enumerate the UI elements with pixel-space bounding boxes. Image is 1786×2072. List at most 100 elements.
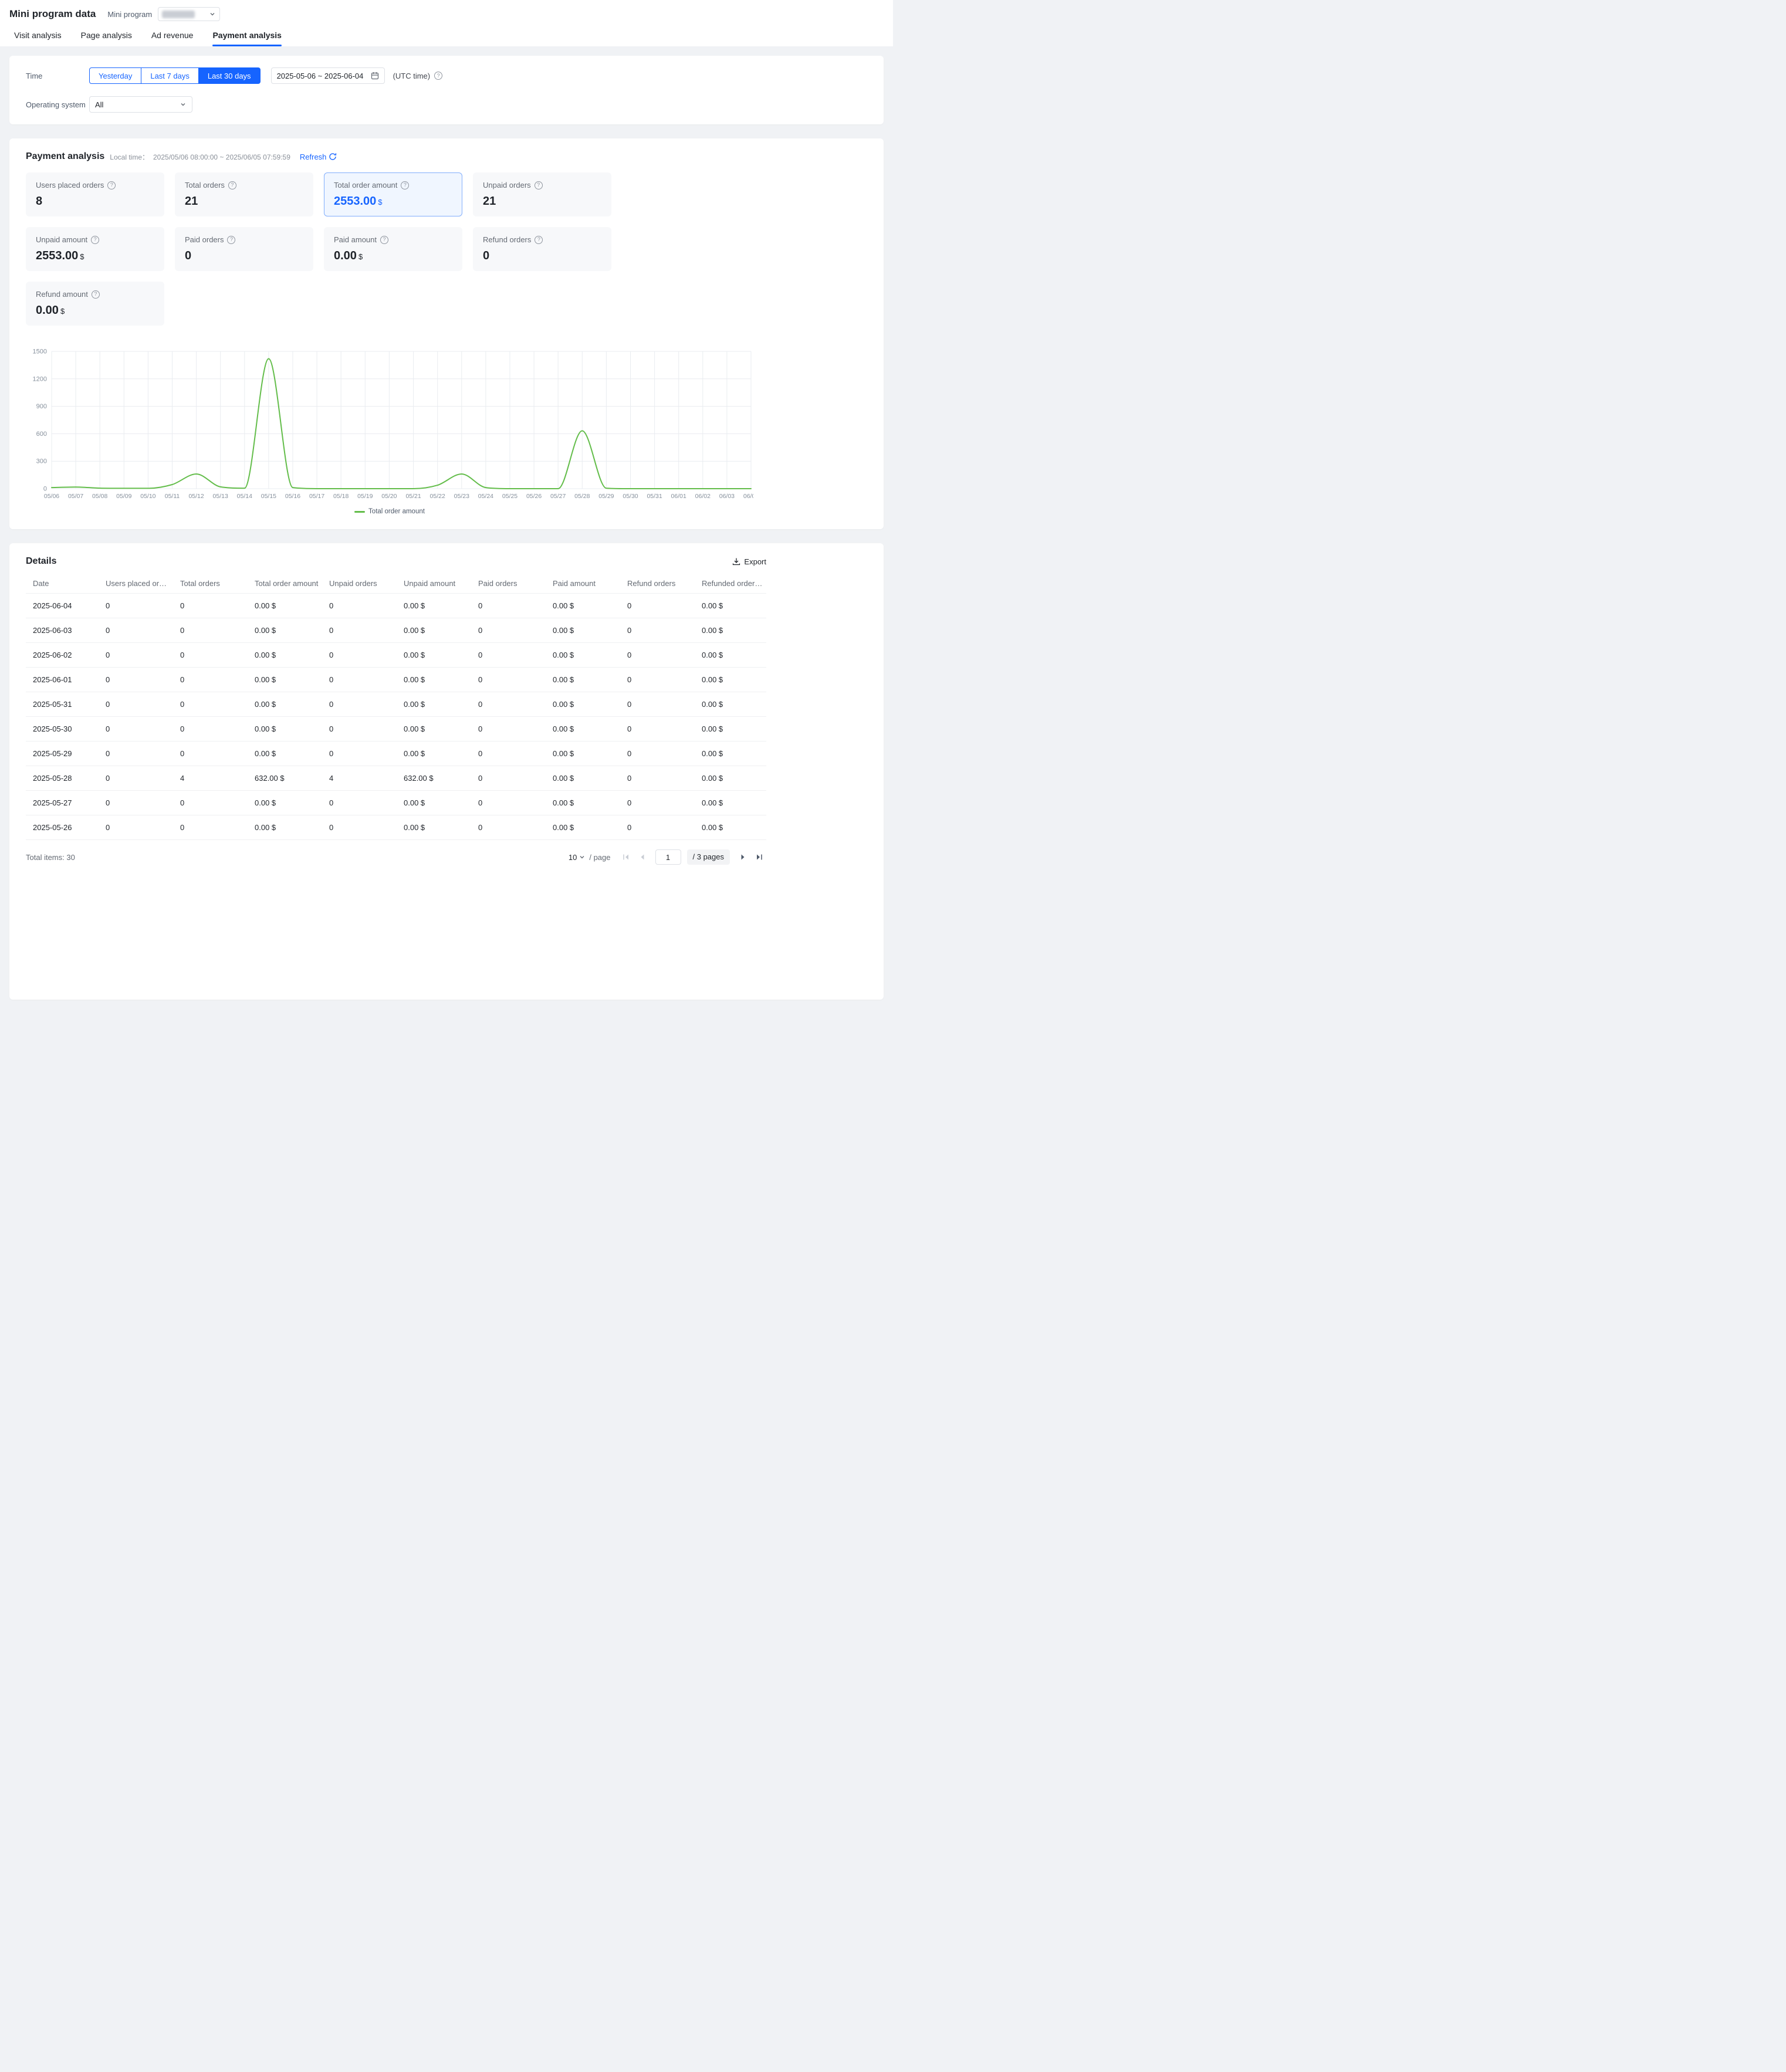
stat-card-users-placed-orders[interactable]: Users placed orders?8 xyxy=(26,172,164,216)
stat-unit: $ xyxy=(80,252,84,261)
time-last-7-days-button[interactable]: Last 7 days xyxy=(141,67,199,84)
svg-text:06/04: 06/04 xyxy=(743,493,753,500)
column-header-date: Date xyxy=(26,574,99,594)
table-cell: 0 xyxy=(173,815,248,840)
table-cell: 0.00 $ xyxy=(695,692,766,717)
svg-text:05/26: 05/26 xyxy=(526,493,542,500)
stat-value: 21 xyxy=(185,195,303,208)
refresh-icon xyxy=(329,153,337,161)
help-icon[interactable]: ? xyxy=(535,236,543,244)
os-select[interactable]: All xyxy=(89,96,192,113)
per-page-label: / page xyxy=(589,853,610,862)
svg-text:05/11: 05/11 xyxy=(165,493,180,500)
next-page-icon xyxy=(739,853,747,861)
next-page-button[interactable] xyxy=(736,850,750,864)
table-cell: 0 xyxy=(322,815,397,840)
table-cell: 0.00 $ xyxy=(248,643,322,668)
stat-card-unpaid-amount[interactable]: Unpaid amount? 2553.00$ xyxy=(26,227,164,271)
table-cell: 4 xyxy=(322,766,397,791)
table-cell: 0 xyxy=(322,618,397,643)
tab-ad-revenue[interactable]: Ad revenue xyxy=(151,25,194,46)
svg-text:05/10: 05/10 xyxy=(140,493,155,500)
help-icon[interactable]: ? xyxy=(91,236,99,244)
export-button[interactable]: Export xyxy=(732,557,766,566)
page-number-input[interactable] xyxy=(655,849,681,865)
table-cell: 0 xyxy=(620,692,695,717)
tab-payment-analysis[interactable]: Payment analysis xyxy=(212,25,282,46)
table-cell: 0 xyxy=(99,815,173,840)
help-icon[interactable]: ? xyxy=(92,290,100,299)
column-header-unpaid-amount: Unpaid amount xyxy=(397,574,471,594)
table-cell: 4 xyxy=(173,766,248,791)
table-cell: 0.00 $ xyxy=(397,717,471,742)
table-cell: 0 xyxy=(620,618,695,643)
stat-value: 8 xyxy=(36,195,154,208)
table-cell: 0 xyxy=(99,643,173,668)
date-range-picker[interactable]: 2025-05-06 ~ 2025-06-04 xyxy=(271,67,385,84)
svg-text:05/18: 05/18 xyxy=(333,493,349,500)
mini-program-select[interactable] xyxy=(158,7,220,21)
svg-text:05/07: 05/07 xyxy=(68,493,83,500)
last-page-button[interactable] xyxy=(752,850,766,864)
help-icon[interactable]: ? xyxy=(107,181,116,189)
table-row: 2025-05-26000.00 $00.00 $00.00 $00.00 $ xyxy=(26,815,766,840)
table-row: 2025-06-02000.00 $00.00 $00.00 $00.00 $ xyxy=(26,643,766,668)
svg-text:05/19: 05/19 xyxy=(357,493,373,500)
tab-page-analysis[interactable]: Page analysis xyxy=(81,25,132,46)
refresh-button[interactable]: Refresh xyxy=(300,153,337,161)
help-icon[interactable]: ? xyxy=(535,181,543,189)
page-size-select[interactable]: 10 xyxy=(569,853,586,862)
stat-card-paid-amount[interactable]: Paid amount?0.00$ xyxy=(324,227,462,271)
chart-legend[interactable]: Total order amount xyxy=(26,508,753,515)
table-cell: 0.00 $ xyxy=(695,766,766,791)
stat-value: 2553.00$ xyxy=(36,249,154,263)
table-cell: 0.00 $ xyxy=(248,668,322,692)
table-cell: 2025-06-04 xyxy=(26,594,99,618)
table-cell: 0.00 $ xyxy=(248,742,322,766)
stat-label: Total orders? xyxy=(185,181,303,189)
table-cell: 0 xyxy=(620,717,695,742)
svg-text:05/08: 05/08 xyxy=(92,493,107,500)
table-cell: 0 xyxy=(173,618,248,643)
table-cell: 0 xyxy=(471,717,546,742)
time-last-30-days-button[interactable]: Last 30 days xyxy=(198,67,261,84)
svg-text:05/31: 05/31 xyxy=(647,493,662,500)
stat-label: Unpaid amount? xyxy=(36,235,154,244)
stat-card-refund-amount[interactable]: Refund amount?0.00$ xyxy=(26,282,164,326)
table-cell: 0.00 $ xyxy=(695,618,766,643)
table-cell: 2025-06-03 xyxy=(26,618,99,643)
column-header-paid-orders: Paid orders xyxy=(471,574,546,594)
stat-card-unpaid-orders[interactable]: Unpaid orders?21 xyxy=(473,172,611,216)
svg-text:1200: 1200 xyxy=(33,375,47,382)
svg-text:05/24: 05/24 xyxy=(478,493,493,500)
help-icon[interactable]: ? xyxy=(380,236,388,244)
svg-text:05/12: 05/12 xyxy=(188,493,204,500)
stat-card-paid-orders[interactable]: Paid orders?0 xyxy=(175,227,313,271)
help-icon[interactable]: ? xyxy=(434,72,442,80)
svg-text:0: 0 xyxy=(43,486,47,493)
time-yesterday-button[interactable]: Yesterday xyxy=(89,67,141,84)
table-cell: 632.00 $ xyxy=(248,766,322,791)
help-icon[interactable]: ? xyxy=(401,181,409,189)
table-cell: 0 xyxy=(99,717,173,742)
table-cell: 0.00 $ xyxy=(695,742,766,766)
help-icon[interactable]: ? xyxy=(228,181,236,189)
table-cell: 0 xyxy=(471,766,546,791)
total-pages-label: / 3 pages xyxy=(687,849,730,865)
table-cell: 0 xyxy=(173,594,248,618)
table-cell: 0.00 $ xyxy=(695,815,766,840)
prev-page-icon xyxy=(638,853,647,861)
chart-area: 03006009001200150005/0605/0705/0805/0905… xyxy=(26,347,867,515)
legend-line-swatch xyxy=(354,511,365,513)
help-icon[interactable]: ? xyxy=(227,236,235,244)
stat-card-total-orders[interactable]: Total orders? 21 xyxy=(175,172,313,216)
stat-label: Total order amount? xyxy=(334,181,452,189)
tab-visit-analysis[interactable]: Visit analysis xyxy=(14,25,62,46)
stat-card-refund-orders[interactable]: Refund orders?0 xyxy=(473,227,611,271)
prev-page-button[interactable] xyxy=(635,850,650,864)
download-icon xyxy=(732,557,740,566)
first-page-button[interactable] xyxy=(619,850,633,864)
svg-text:600: 600 xyxy=(36,431,47,438)
stat-card-total-order-amount[interactable]: Total order amount?2553.00$ xyxy=(324,172,462,216)
panel-title: Payment analysis xyxy=(26,151,104,162)
